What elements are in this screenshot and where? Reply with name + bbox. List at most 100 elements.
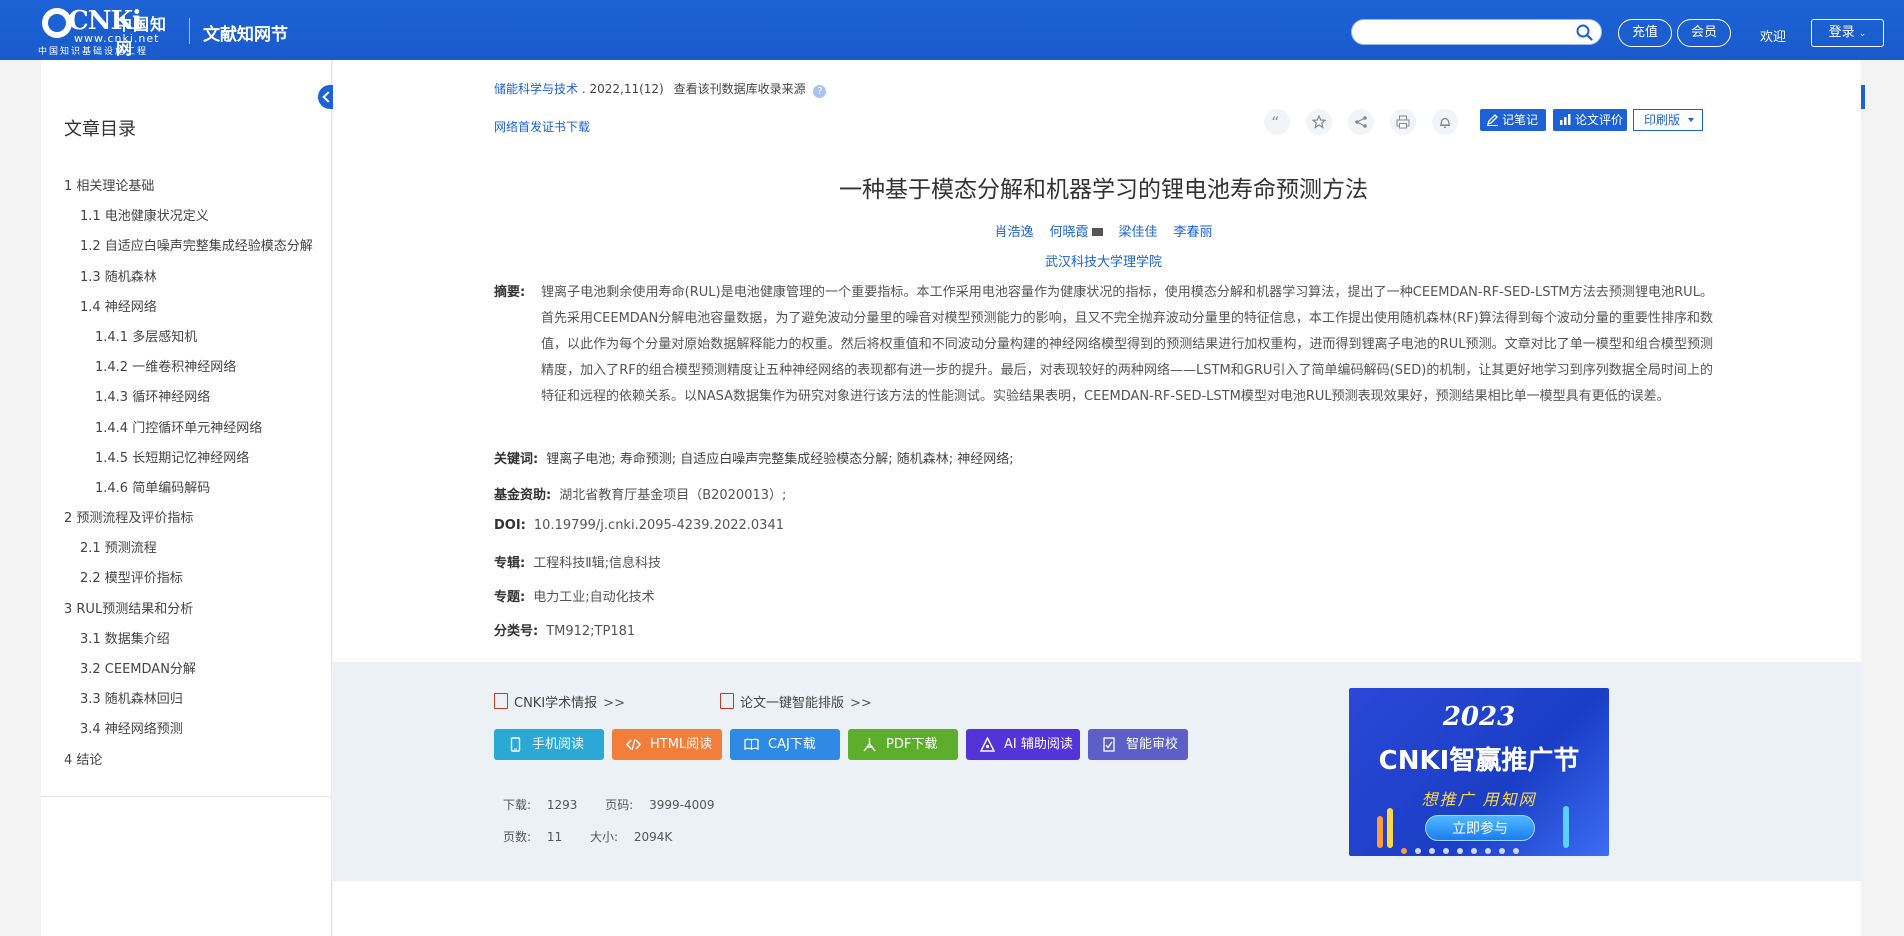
member-button[interactable]: 会员 xyxy=(1677,19,1731,47)
mobile-read-label: 手机阅读 xyxy=(532,737,585,752)
toc-item[interactable]: 1.2 自适应白噪声完整集成经验模态分解 xyxy=(41,232,332,262)
downloads-value: 1293 xyxy=(546,798,578,812)
caj-download-button[interactable]: CAJ下载 xyxy=(730,729,840,760)
top-header: CNKi 中国知网 www.cnki.net 中国知识基础设施工程 文献知网节 … xyxy=(0,0,1904,60)
author-link[interactable]: 肖浩逸 xyxy=(994,225,1033,240)
site-name[interactable]: 文献知网节 xyxy=(203,20,288,45)
smart-review-button[interactable]: 智能审校 xyxy=(1088,729,1188,760)
author-link[interactable]: 何晓霞 xyxy=(1049,225,1103,240)
author-list: 肖浩逸 何晓霞 梁佳佳 李春丽 xyxy=(494,221,1713,240)
print-icon[interactable] xyxy=(1390,109,1416,135)
caj-download-label: CAJ下载 xyxy=(768,737,816,752)
toc-item[interactable]: 3.3 随机森林回归 xyxy=(41,685,332,715)
article-main: 储能科学与技术 . 2022,11(12) 查看该刊数据库收录来源 ? 网络首发… xyxy=(333,60,1861,936)
bar-chart-icon xyxy=(1560,114,1571,125)
cnki-report-label: CNKI学术情报 xyxy=(514,696,598,711)
search-icon[interactable] xyxy=(1576,24,1593,41)
toc-title: 文章目录 xyxy=(64,119,136,140)
series-value: 工程科技Ⅱ辑;信息科技 xyxy=(533,556,661,571)
promo-slogan: 想推广 用知网 xyxy=(1421,790,1537,809)
ai-reading-button[interactable]: AI 辅助阅读 xyxy=(966,729,1080,760)
toc-item[interactable]: 3.1 数据集介绍 xyxy=(41,625,332,655)
print-edition-label: 印刷版 xyxy=(1644,113,1681,127)
mobile-read-button[interactable]: 手机阅读 xyxy=(494,729,604,760)
journal-issue: . 2022,11(12) xyxy=(581,82,664,96)
abstract-block: 摘要: 锂离子电池剩余使用寿命(RUL)是电池健康管理的一个重要指标。本工作采用… xyxy=(494,280,1713,410)
author-name: 何晓霞 xyxy=(1049,225,1089,240)
carousel-dot[interactable] xyxy=(1443,848,1449,854)
stats-row-1: 下载: 1293 页码: 3999-4009 xyxy=(503,796,739,813)
smart-review-label: 智能审校 xyxy=(1126,737,1179,752)
page-count-value: 11 xyxy=(546,830,563,844)
bell-icon[interactable] xyxy=(1432,109,1458,135)
stats-row-2: 页数: 11 大小: 2094K xyxy=(503,828,696,845)
author-link[interactable]: 李春丽 xyxy=(1174,225,1213,240)
toc-item[interactable]: 1.4.5 长短期记忆神经网络 xyxy=(41,444,332,474)
toc-item[interactable]: 1 相关理论基础 xyxy=(41,172,332,202)
author-name: 李春丽 xyxy=(1173,225,1213,240)
organization-link[interactable]: 武汉科技大学理学院 xyxy=(494,251,1713,270)
header-divider xyxy=(189,18,190,44)
recharge-button[interactable]: 充值 xyxy=(1618,19,1672,47)
cite-icon[interactable]: “ xyxy=(1264,109,1290,135)
ai-reading-label: AI 辅助阅读 xyxy=(1004,737,1073,752)
login-button[interactable]: 登录 ⌄ xyxy=(1811,19,1884,47)
carousel-dot[interactable] xyxy=(1429,848,1435,854)
certificate-download-link[interactable]: 网络首发证书下载 xyxy=(494,118,590,135)
carousel-dots[interactable] xyxy=(1397,843,1523,854)
toc-item[interactable]: 1.4.1 多层感知机 xyxy=(41,323,332,353)
toc-item[interactable]: 1.4.4 门控循环单元神经网络 xyxy=(41,414,332,444)
journal-link[interactable]: 储能科学与技术 xyxy=(494,82,578,96)
mail-icon[interactable] xyxy=(1091,228,1103,236)
source-info-link[interactable]: 查看该刊数据库收录来源 xyxy=(674,82,806,96)
carousel-dot[interactable] xyxy=(1401,848,1407,854)
search-input[interactable] xyxy=(1351,19,1602,45)
toc-item[interactable]: 3 RUL预测结果和分析 xyxy=(41,595,332,625)
author-link[interactable]: 梁佳佳 xyxy=(1119,225,1158,240)
topic-value: 电力工业;自动化技术 xyxy=(533,590,655,605)
fund-value[interactable]: 湖北省教育厅基金项目（B2020013）; xyxy=(559,488,786,503)
phone-icon xyxy=(510,737,521,752)
toc-item[interactable]: 1.4.3 循环神经网络 xyxy=(41,383,332,413)
print-edition-dropdown[interactable]: 印刷版 xyxy=(1633,109,1703,131)
toc-item[interactable]: 3.4 神经网络预测 xyxy=(41,715,332,745)
smart-typeset-link[interactable]: 论文一键智能排版 >> xyxy=(720,692,872,711)
cnki-report-arrows: >> xyxy=(603,696,625,711)
toc-item[interactable]: 1.4.6 简单编码解码 xyxy=(41,474,332,504)
toc-item[interactable]: 1.1 电池健康状况定义 xyxy=(41,202,332,232)
carousel-dot[interactable] xyxy=(1485,848,1491,854)
file-size-value: 2094K xyxy=(633,830,673,844)
pdf-download-button[interactable]: PDF下载 xyxy=(848,729,958,760)
pencil-icon xyxy=(1486,114,1498,126)
toc-item[interactable]: 1.3 随机森林 xyxy=(41,263,332,293)
download-panel: CNKI学术情报 >> 论文一键智能排版 >> 手机阅读 HTML阅读 CAJ下载 … xyxy=(333,662,1861,881)
keywords-value[interactable]: 锂离子电池; 寿命预测; 自适应白噪声完整集成经验模态分解; 随机森林; 神经网… xyxy=(546,452,1013,467)
carousel-dot[interactable] xyxy=(1457,848,1463,854)
carousel-dot[interactable] xyxy=(1471,848,1477,854)
toc-item[interactable]: 2.2 模型评价指标 xyxy=(41,564,332,594)
take-notes-button[interactable]: 记笔记 xyxy=(1480,109,1546,131)
toc-item[interactable]: 3.2 CEEMDAN分解 xyxy=(41,655,332,685)
page-count-label: 页数: xyxy=(503,830,532,844)
promo-join-button[interactable]: 立即参与 xyxy=(1425,815,1535,841)
page-range-value: 3999-4009 xyxy=(649,798,715,812)
promo-banner[interactable]: 2023 CNKI智赢推广节 想推广 用知网 立即参与 xyxy=(1349,688,1609,856)
star-icon[interactable] xyxy=(1306,109,1332,135)
carousel-dot[interactable] xyxy=(1513,848,1519,854)
toc-item[interactable]: 2.1 预测流程 xyxy=(41,534,332,564)
pdf-icon xyxy=(863,738,876,752)
doi-value: 10.19799/j.cnki.2095-4239.2022.0341 xyxy=(533,518,784,533)
toc-item[interactable]: 1.4.2 一维卷积神经网络 xyxy=(41,353,332,383)
html-read-button[interactable]: HTML阅读 xyxy=(612,729,722,760)
help-icon[interactable]: ? xyxy=(813,85,827,98)
carousel-dot[interactable] xyxy=(1499,848,1505,854)
carousel-dot[interactable] xyxy=(1415,848,1421,854)
toc-item[interactable]: 4 结论 xyxy=(41,746,332,776)
paper-evaluate-button[interactable]: 论文评价 xyxy=(1553,109,1627,131)
toc-item[interactable]: 1.4 神经网络 xyxy=(41,293,332,323)
toc-item[interactable]: 2 预测流程及评价指标 xyxy=(41,504,332,534)
cnki-report-link[interactable]: CNKI学术情报 >> xyxy=(494,692,625,711)
cnki-logo[interactable]: CNKi 中国知网 www.cnki.net 中国知识基础设施工程 xyxy=(38,6,178,58)
share-icon[interactable] xyxy=(1348,109,1374,135)
ad-decor-bar xyxy=(1377,816,1383,848)
